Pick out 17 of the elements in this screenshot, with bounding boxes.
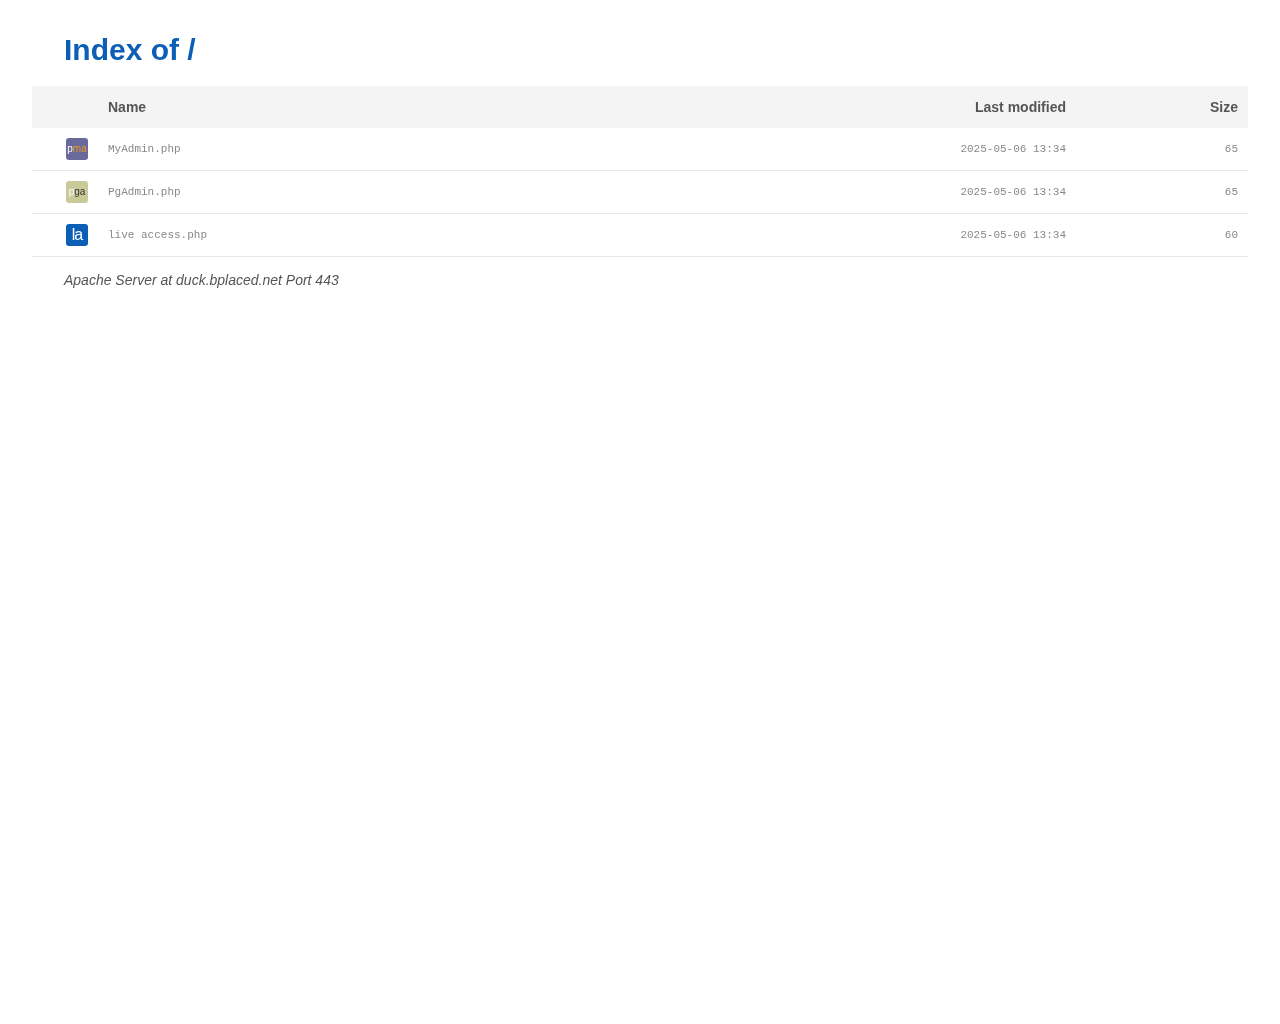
file-link[interactable]: live access.php [108, 229, 208, 241]
modified-date: 2025-05-06 13:34 [960, 143, 1066, 155]
server-signature: Apache Server at duck.bplaced.net Port 443 [62, 271, 340, 290]
modified-date: 2025-05-06 13:34 [960, 186, 1066, 198]
file-size: 65 [1224, 143, 1238, 155]
file-link[interactable]: MyAdmin.php [108, 143, 181, 155]
file-size: 60 [1224, 229, 1238, 241]
file-type-icon: pma [66, 138, 88, 160]
column-header[interactable]: Name [108, 99, 866, 115]
modified-date: 2025-05-06 13:34 [960, 229, 1066, 241]
page-title: Index of / [63, 32, 197, 68]
file-type-icon: la [66, 224, 88, 246]
column-header[interactable]: Size [1066, 99, 1238, 115]
file-size: 65 [1224, 186, 1238, 198]
column-header[interactable]: Last modified [866, 99, 1066, 115]
file-type-icon: pga [66, 181, 88, 203]
file-link[interactable]: PgAdmin.php [108, 186, 181, 198]
